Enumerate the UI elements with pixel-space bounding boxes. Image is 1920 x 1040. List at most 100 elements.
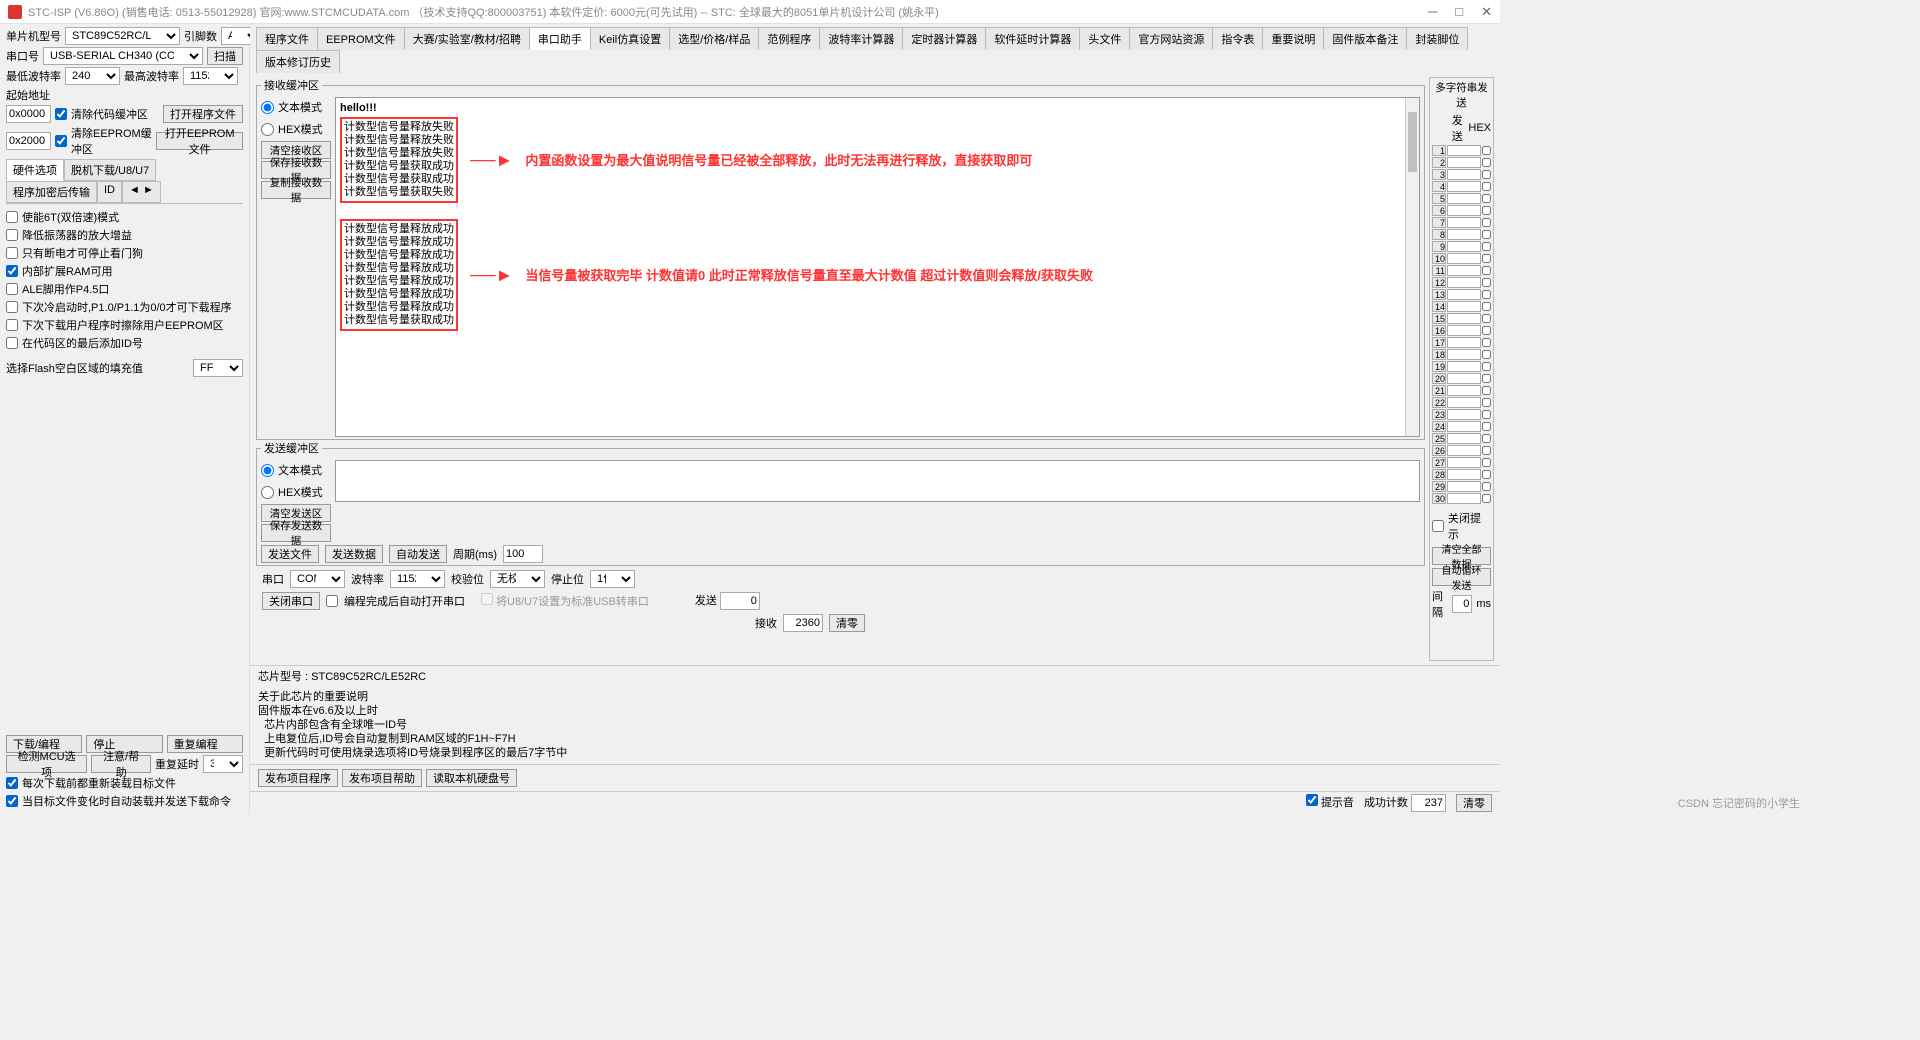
ms-num-2[interactable]: 2	[1432, 157, 1446, 168]
ms-hex-18[interactable]	[1482, 350, 1491, 359]
count-clear-button[interactable]: 清零	[829, 614, 865, 632]
ms-txt-23[interactable]	[1447, 409, 1481, 420]
ms-txt-5[interactable]	[1447, 193, 1481, 204]
ms-hex-23[interactable]	[1482, 410, 1491, 419]
sendfile-button[interactable]: 发送文件	[261, 545, 319, 563]
ms-num-12[interactable]: 12	[1432, 277, 1446, 288]
ms-hex-1[interactable]	[1482, 146, 1491, 155]
ms-txt-18[interactable]	[1447, 349, 1481, 360]
ms-num-30[interactable]: 30	[1432, 493, 1446, 504]
toptab-10[interactable]: 头文件	[1079, 27, 1130, 50]
recv-textarea[interactable]: hello!!! 计数型信号量释放失败计数型信号量释放失败计数型信号量释放失败计…	[335, 97, 1420, 437]
hwtab-0[interactable]: 硬件选项	[6, 159, 64, 181]
minbaud-select[interactable]: 2400	[65, 67, 120, 85]
ms-num-21[interactable]: 21	[1432, 385, 1446, 396]
port-select[interactable]: USB-SERIAL CH340 (COM13)	[43, 47, 203, 65]
ms-num-17[interactable]: 17	[1432, 337, 1446, 348]
toptab-3[interactable]: 串口助手	[529, 27, 591, 50]
ms-hex-9[interactable]	[1482, 242, 1491, 251]
send-hexmode-radio[interactable]	[261, 486, 274, 499]
ms-hex-28[interactable]	[1482, 470, 1491, 479]
parity-select[interactable]: 无校验	[490, 570, 545, 588]
send-save-button[interactable]: 保存发送数据	[261, 524, 331, 542]
ms-hex-8[interactable]	[1482, 230, 1491, 239]
ms-num-7[interactable]: 7	[1432, 217, 1446, 228]
maximize-icon[interactable]: □	[1455, 4, 1463, 20]
addr2-input[interactable]	[6, 132, 51, 150]
botbtn-0[interactable]: 发布项目程序	[258, 769, 338, 787]
ms-txt-9[interactable]	[1447, 241, 1481, 252]
ms-num-27[interactable]: 27	[1432, 457, 1446, 468]
ms-txt-15[interactable]	[1447, 313, 1481, 324]
hwopt-check-2[interactable]	[6, 247, 18, 259]
ms-txt-20[interactable]	[1447, 373, 1481, 384]
ms-hex-15[interactable]	[1482, 314, 1491, 323]
ms-hex-19[interactable]	[1482, 362, 1491, 371]
hwtab-2[interactable]: 程序加密后传输	[6, 181, 97, 203]
ms-hex-30[interactable]	[1482, 494, 1491, 503]
stop-select[interactable]: 1位	[590, 570, 635, 588]
send-textmode-radio[interactable]	[261, 464, 274, 477]
ms-num-23[interactable]: 23	[1432, 409, 1446, 420]
toptab-2[interactable]: 大赛/实验室/教材/招聘	[404, 27, 530, 50]
ms-txt-25[interactable]	[1447, 433, 1481, 444]
ms-txt-1[interactable]	[1447, 145, 1481, 156]
botbtn-1[interactable]: 发布项目帮助	[342, 769, 422, 787]
ms-hex-10[interactable]	[1482, 254, 1491, 263]
flash-fill-select[interactable]: FF	[193, 359, 243, 377]
ms-txt-6[interactable]	[1447, 205, 1481, 216]
ms-num-5[interactable]: 5	[1432, 193, 1446, 204]
ms-txt-12[interactable]	[1447, 277, 1481, 288]
ms-hex-17[interactable]	[1482, 338, 1491, 347]
ms-num-26[interactable]: 26	[1432, 445, 1446, 456]
ms-num-29[interactable]: 29	[1432, 481, 1446, 492]
recv-textmode-radio[interactable]	[261, 101, 274, 114]
ms-txt-29[interactable]	[1447, 481, 1481, 492]
hwopt-check-4[interactable]	[6, 283, 18, 295]
toptab-8[interactable]: 定时器计算器	[902, 27, 986, 50]
ms-num-1[interactable]: 1	[1432, 145, 1446, 156]
ms-num-4[interactable]: 4	[1432, 181, 1446, 192]
recv-hexmode-radio[interactable]	[261, 123, 274, 136]
hwopt-check-6[interactable]	[6, 319, 18, 331]
ms-hex-25[interactable]	[1482, 434, 1491, 443]
ms-num-25[interactable]: 25	[1432, 433, 1446, 444]
botbtn-2[interactable]: 读取本机硬盘号	[426, 769, 517, 787]
ms-hex-22[interactable]	[1482, 398, 1491, 407]
baud-select[interactable]: 115200	[390, 570, 445, 588]
close-icon[interactable]: ✕	[1481, 4, 1492, 20]
toptab-4[interactable]: Keil仿真设置	[590, 27, 670, 50]
ms-txt-22[interactable]	[1447, 397, 1481, 408]
ms-num-18[interactable]: 18	[1432, 349, 1446, 360]
detect-button[interactable]: 检测MCU选项	[6, 755, 87, 773]
addr1-input[interactable]	[6, 105, 51, 123]
toptab-9[interactable]: 软件延时计算器	[985, 27, 1080, 50]
toptab-5[interactable]: 选型/价格/样品	[669, 27, 759, 50]
ms-hex-11[interactable]	[1482, 266, 1491, 275]
ms-num-24[interactable]: 24	[1432, 421, 1446, 432]
ms-hex-5[interactable]	[1482, 194, 1491, 203]
ms-hex-3[interactable]	[1482, 170, 1491, 179]
toptab-14[interactable]: 固件版本备注	[1323, 27, 1407, 50]
autoopen-check[interactable]	[326, 595, 338, 607]
help-button[interactable]: 注意/帮助	[91, 755, 151, 773]
closetip-check[interactable]	[1432, 520, 1444, 532]
ms-num-15[interactable]: 15	[1432, 313, 1446, 324]
ms-hex-4[interactable]	[1482, 182, 1491, 191]
ms-num-3[interactable]: 3	[1432, 169, 1446, 180]
ms-txt-19[interactable]	[1447, 361, 1481, 372]
ms-txt-4[interactable]	[1447, 181, 1481, 192]
ms-txt-16[interactable]	[1447, 325, 1481, 336]
toptab-6[interactable]: 范例程序	[758, 27, 820, 50]
ms-hex-7[interactable]	[1482, 218, 1491, 227]
ms-txt-26[interactable]	[1447, 445, 1481, 456]
ms-hex-12[interactable]	[1482, 278, 1491, 287]
send-textarea[interactable]	[335, 460, 1420, 502]
ms-txt-10[interactable]	[1447, 253, 1481, 264]
ms-txt-21[interactable]	[1447, 385, 1481, 396]
closeport-button[interactable]: 关闭串口	[262, 592, 320, 610]
ms-txt-13[interactable]	[1447, 289, 1481, 300]
ms-txt-8[interactable]	[1447, 229, 1481, 240]
autosend-check[interactable]	[6, 795, 18, 807]
ms-hex-21[interactable]	[1482, 386, 1491, 395]
